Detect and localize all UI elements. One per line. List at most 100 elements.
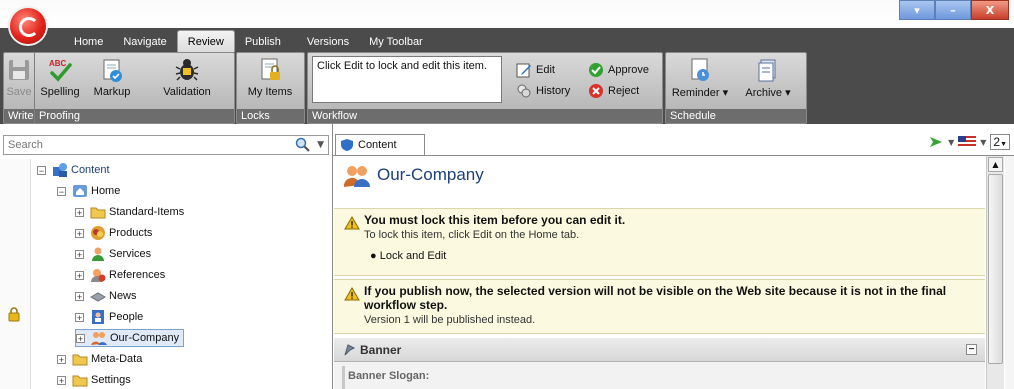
tab-publish[interactable]: Publish [235, 30, 291, 52]
expand-toggle[interactable]: + [75, 228, 84, 238]
reject-x-icon [589, 84, 603, 98]
content-editor-pane: Content ▼ ▼ 2▼ Our-Company You must lock… [333, 124, 1014, 389]
spelling-button[interactable]: ABC Spelling [37, 55, 83, 105]
tree-node-meta-data[interactable]: + Meta-Data [57, 350, 142, 368]
reminder-label: Reminder ▾ [671, 87, 729, 99]
tree-node-label: Home [91, 185, 121, 197]
expand-toggle[interactable]: + [75, 291, 84, 301]
tree-node-standard-items[interactable]: + Standard-Items [75, 203, 184, 221]
publish-warning: If you publish now, the selected version… [334, 279, 985, 334]
ribbon-group-locks: My Items Locks [236, 52, 305, 124]
news-icon [90, 292, 106, 302]
home-icon [73, 185, 87, 197]
tree-node-services[interactable]: + Services [75, 245, 151, 263]
products-icon [91, 226, 105, 240]
expand-toggle[interactable]: + [75, 312, 84, 322]
markup-button[interactable]: Markup [85, 55, 139, 105]
right-edge-panel [1005, 156, 1014, 389]
restore-button[interactable]: – [935, 0, 971, 20]
scroll-up-button[interactable]: ▲ [988, 157, 1003, 172]
version-selector[interactable]: 2▼ [990, 134, 1010, 150]
tab-home[interactable]: Home [64, 30, 113, 52]
reject-button[interactable]: Reject [588, 82, 639, 100]
tree-node-label: Meta-Data [91, 353, 143, 365]
save-button[interactable]: Save [4, 55, 34, 105]
tree-node-label: References [109, 269, 166, 281]
my-items-button[interactable]: My Items [239, 55, 301, 105]
tree-node-home[interactable]: − Home [57, 182, 120, 200]
approve-button[interactable]: Approve [588, 61, 649, 79]
vertical-scrollbar[interactable]: ▲ [986, 156, 1004, 389]
expand-toggle[interactable]: + [57, 375, 66, 385]
group-write: Save Write [4, 53, 35, 123]
history-button[interactable]: History [516, 82, 570, 100]
lock-warning-desc: To lock this item, click Edit on the Hom… [364, 229, 580, 241]
tree-gutter [0, 159, 31, 389]
item-header: Our-Company [333, 156, 985, 194]
tab-navigate[interactable]: Navigate [113, 30, 176, 52]
publish-warning-desc: Version 1 will be published instead. [364, 314, 536, 326]
collapse-toggle[interactable]: − [37, 165, 46, 175]
edit-button[interactable]: Edit [516, 61, 555, 79]
close-button[interactable]: X [971, 0, 1009, 20]
people-card-icon [92, 310, 104, 324]
search-input[interactable] [4, 136, 282, 154]
validation-button[interactable]: Validation [141, 55, 233, 105]
tab-review[interactable]: Review [176, 30, 235, 52]
archive-button[interactable]: Archive ▾ [736, 55, 800, 105]
tab-my-toolbar[interactable]: My Toolbar [359, 30, 433, 52]
tree-node-label: Products [109, 227, 153, 239]
window-controls: ▾ – X [899, 0, 1014, 20]
lock-warning: You must lock this item before you can e… [334, 208, 985, 276]
tree-node-content[interactable]: − Content [37, 161, 110, 179]
application-menu-button[interactable] [10, 8, 46, 44]
search-options-dropdown-icon[interactable]: ▼ [317, 140, 324, 150]
minimize-button[interactable]: ▾ [899, 0, 935, 20]
spelling-check-icon: ABC [49, 59, 72, 82]
scrollbar-thumb[interactable] [988, 174, 1003, 364]
group-people-icon [343, 166, 370, 187]
tree-node-settings[interactable]: + Settings [57, 371, 131, 389]
group-label-locks: Locks [237, 109, 304, 123]
publish-warning-title: If you publish now, the selected version… [364, 284, 947, 312]
us-flag-icon[interactable] [958, 136, 977, 148]
lock-and-edit-link[interactable]: ● Lock and Edit [370, 250, 985, 262]
navigate-dropdown-icon[interactable]: ▼ [948, 138, 954, 147]
reminder-button[interactable]: Reminder ▾ [668, 55, 732, 105]
content-database-icon [53, 163, 67, 177]
search-icon[interactable] [295, 137, 311, 153]
archive-icon [758, 59, 776, 82]
warning-icon [344, 216, 360, 230]
tab-versions[interactable]: Versions [297, 30, 359, 52]
editor-tab-strip: Content ▼ ▼ 2▼ [333, 131, 1014, 156]
tree-node-products[interactable]: + Products [75, 224, 152, 242]
tree-node-our-company[interactable]: + Our-Company [75, 329, 185, 347]
expand-toggle[interactable]: + [75, 249, 84, 259]
approve-check-icon [589, 63, 603, 77]
group-people-icon [91, 332, 107, 345]
tree-node-references[interactable]: + References [75, 266, 165, 284]
edit-icon [516, 63, 531, 78]
workflow-info-box: Click Edit to lock and edit this item. [312, 56, 502, 103]
group-label-proofing: Proofing [35, 109, 234, 123]
approve-label: Approve [608, 64, 649, 76]
tree-node-news[interactable]: + News [75, 287, 137, 305]
language-dropdown-icon[interactable]: ▼ [980, 138, 986, 147]
expand-toggle[interactable]: + [75, 270, 84, 280]
tree-node-people[interactable]: + People [75, 308, 143, 326]
section-collapse-button[interactable]: − [966, 344, 977, 355]
navigate-arrow-icon[interactable] [928, 135, 944, 149]
section-banner-header[interactable]: Banner − [334, 338, 985, 362]
expand-toggle[interactable]: + [75, 207, 84, 217]
ribbon-tabs: Home Navigate Review Publish Versions My… [64, 30, 433, 52]
content-tree-pane: ▼ − Content − Home + Standard-Items + Pr… [0, 124, 333, 389]
section-body: Banner Slogan: [334, 362, 985, 389]
collapse-toggle[interactable]: − [57, 186, 66, 196]
expand-toggle[interactable]: + [57, 354, 66, 364]
ribbon-group-workflow: Click Edit to lock and edit this item. E… [307, 52, 663, 124]
editor-tab-tools: ▼ ▼ 2▼ [928, 134, 1010, 150]
item-title: Our-Company [377, 165, 484, 184]
banner-slogan-label: Banner Slogan: [348, 370, 430, 382]
tab-content[interactable]: Content [335, 134, 425, 155]
expand-toggle[interactable]: + [76, 333, 85, 343]
